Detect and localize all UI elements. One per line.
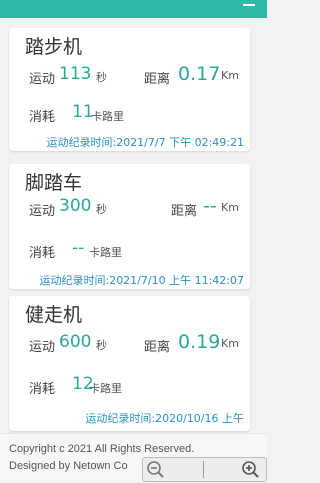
calories-label: 消耗: [29, 110, 56, 125]
distance-label: 距离: [144, 340, 171, 355]
calories-unit: 卡路里: [89, 382, 122, 395]
distance-label: 距离: [171, 204, 198, 219]
distance-unit: Km: [221, 69, 239, 82]
duration-label: 运动: [29, 340, 56, 355]
duration-label: 运动: [29, 204, 56, 219]
zoom-divider: [203, 461, 204, 478]
distance-value: --: [203, 195, 217, 217]
menu-dash-icon[interactable]: [243, 4, 255, 6]
record-timestamp: 运动纪录时间:2020/10/16 上午: [85, 412, 244, 425]
duration-unit: 秒: [96, 339, 107, 352]
exercise-record-list: 踏步机 运动 113 秒 距离 0.17 Km 消耗 11 卡路里 运动纪录时间…: [0, 18, 267, 433]
designed-by-text: Designed by Netown Co: [9, 460, 128, 472]
zoom-control: [142, 457, 267, 482]
distance-unit: Km: [221, 201, 239, 214]
calories-unit: 卡路里: [89, 246, 122, 259]
duration-unit: 秒: [96, 203, 107, 216]
calories-label: 消耗: [29, 246, 56, 261]
copyright-text: Copyright c 2021 All Rights Reserved.: [9, 443, 195, 455]
duration-unit: 秒: [96, 71, 107, 84]
distance-value: 0.19: [178, 331, 221, 353]
distance-label: 距离: [144, 72, 171, 87]
device-name: 踏步机: [25, 36, 83, 58]
record-card[interactable]: 脚踏车 运动 300 秒 距离 -- Km 消耗 -- 卡路里 运动纪录时间:2…: [9, 164, 250, 289]
zoom-in-icon[interactable]: [240, 460, 262, 479]
duration-label: 运动: [29, 72, 56, 87]
record-timestamp: 运动纪录时间:2021/7/10 上午 11:42:07: [39, 274, 244, 287]
distance-value: 0.17: [178, 63, 221, 85]
calories-value: --: [72, 238, 85, 258]
record-timestamp: 运动纪录时间:2021/7/7 下午 02:49:21: [46, 136, 244, 149]
calories-label: 消耗: [29, 382, 56, 397]
device-name: 脚踏车: [25, 172, 83, 194]
record-card[interactable]: 健走机 运动 600 秒 距离 0.19 Km 消耗 12 卡路里 运动纪录时间…: [9, 296, 250, 431]
calories-unit: 卡路里: [91, 110, 124, 123]
zoom-out-icon[interactable]: [145, 460, 167, 479]
duration-value: 113: [59, 64, 92, 84]
record-card[interactable]: 踏步机 运动 113 秒 距离 0.17 Km 消耗 11 卡路里 运动纪录时间…: [9, 28, 250, 151]
duration-value: 300: [59, 196, 92, 216]
device-name: 健走机: [25, 304, 83, 326]
duration-value: 600: [59, 332, 92, 352]
distance-unit: Km: [221, 337, 239, 350]
top-header-bar: [0, 0, 267, 18]
